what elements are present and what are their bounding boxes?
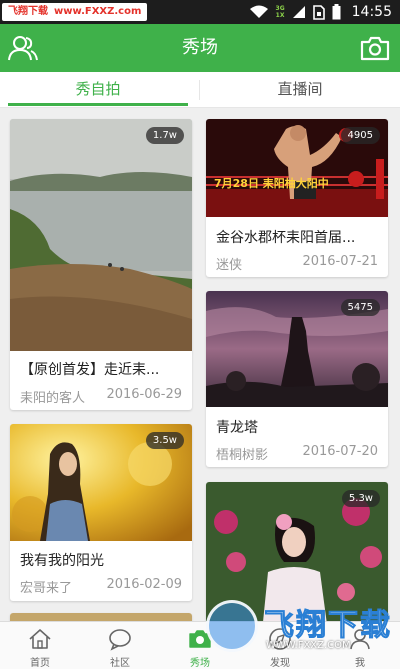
watermark-overlay: 飞翔下载 WWW.FXXZ.COM <box>206 598 394 656</box>
nav-label: 发现 <box>270 658 290 669</box>
card-image: 7月28日 耒阳柚大阳中 4905 <box>206 119 388 217</box>
card-date: 2016-07-20 <box>302 444 378 459</box>
card-date: 2016-02-09 <box>106 577 182 592</box>
card-image: 3.5w <box>10 424 192 541</box>
card-title: 我有我的阳光 <box>20 553 104 569</box>
nav-label: 首页 <box>30 658 50 669</box>
watermark-name: 飞翔下载 <box>8 6 48 17</box>
network-type-badge: 3G 1X <box>276 5 285 19</box>
view-count-badge: 5475 <box>340 299 380 316</box>
watermark-emblem-icon <box>206 600 258 652</box>
card-title: 【原创首发】走近耒... <box>20 362 160 378</box>
feed-card[interactable]: 3.5w 我有我的阳光 宏哥来了 2016-02-09 <box>10 424 192 601</box>
watermark-url: www.FXXZ.com <box>54 6 142 17</box>
camera-icon <box>360 36 390 61</box>
poster-caption: 7月28日 耒阳柚大阳中 <box>214 177 329 190</box>
network-type-top: 3G <box>275 5 285 12</box>
sim-icon <box>312 4 325 20</box>
home-icon <box>29 629 51 649</box>
watermark-url: WWW.FXXZ.COM <box>266 640 351 651</box>
tab-live[interactable]: 直播间 <box>200 72 400 108</box>
card-author[interactable]: 梧桐树影 <box>216 444 268 463</box>
nav-label: 社区 <box>110 658 130 669</box>
status-time: 14:55 <box>351 4 392 20</box>
card-title: 金谷水郡杯耒阳首届... <box>216 230 356 246</box>
page-title: 秀场 <box>182 37 218 58</box>
watermark-text: 飞翔下载 <box>264 608 392 644</box>
view-count-badge: 1.7w <box>145 127 184 144</box>
card-image: 1.7w <box>10 119 192 351</box>
signal-icon <box>292 6 305 18</box>
view-count-badge: 3.5w <box>145 432 184 449</box>
wifi-icon <box>249 5 268 18</box>
title-bar: 秀场 <box>0 24 400 72</box>
card-author[interactable]: 耒阳的客人 <box>20 387 85 406</box>
nav-label: 我 <box>355 658 365 669</box>
active-tab-indicator <box>8 103 188 106</box>
status-icons: 3G 1X 14:55 <box>249 0 392 24</box>
status-bar: 飞翔下载 www.FXXZ.com 3G 1X 14:55 <box>0 0 400 24</box>
tab-bar: 秀自拍 直播间 <box>0 72 400 108</box>
network-type-bottom: 1X <box>275 12 285 19</box>
view-count-badge: 4905 <box>340 127 380 144</box>
card-date: 2016-06-29 <box>106 387 182 402</box>
feed-card[interactable]: 7月28日 耒阳柚大阳中 4905 金谷水郡杯耒阳首届... 迷侠 2016-0… <box>206 119 388 277</box>
card-author[interactable]: 宏哥来了 <box>20 577 72 596</box>
battery-icon <box>332 4 341 20</box>
camera-button[interactable] <box>360 34 390 62</box>
nav-community[interactable]: 社区 <box>80 622 160 669</box>
view-count-badge: 5.3w <box>341 490 380 507</box>
nav-home[interactable]: 首页 <box>0 622 80 669</box>
card-author[interactable]: 迷侠 <box>216 254 242 273</box>
card-date: 2016-07-21 <box>302 254 378 269</box>
card-image: 5475 <box>206 291 388 407</box>
card-title: 青龙塔 <box>216 420 258 436</box>
feed-card[interactable]: 5475 青龙塔 梧桐树影 2016-07-20 <box>206 291 388 467</box>
feed-card[interactable]: 1.7w 【原创首发】走近耒... 耒阳的客人 2016-06-29 <box>10 119 192 410</box>
watermark-logo: 飞翔下载 www.FXXZ.com <box>2 3 148 21</box>
chat-bubble-icon <box>109 629 131 651</box>
nav-label: 秀场 <box>190 658 210 669</box>
